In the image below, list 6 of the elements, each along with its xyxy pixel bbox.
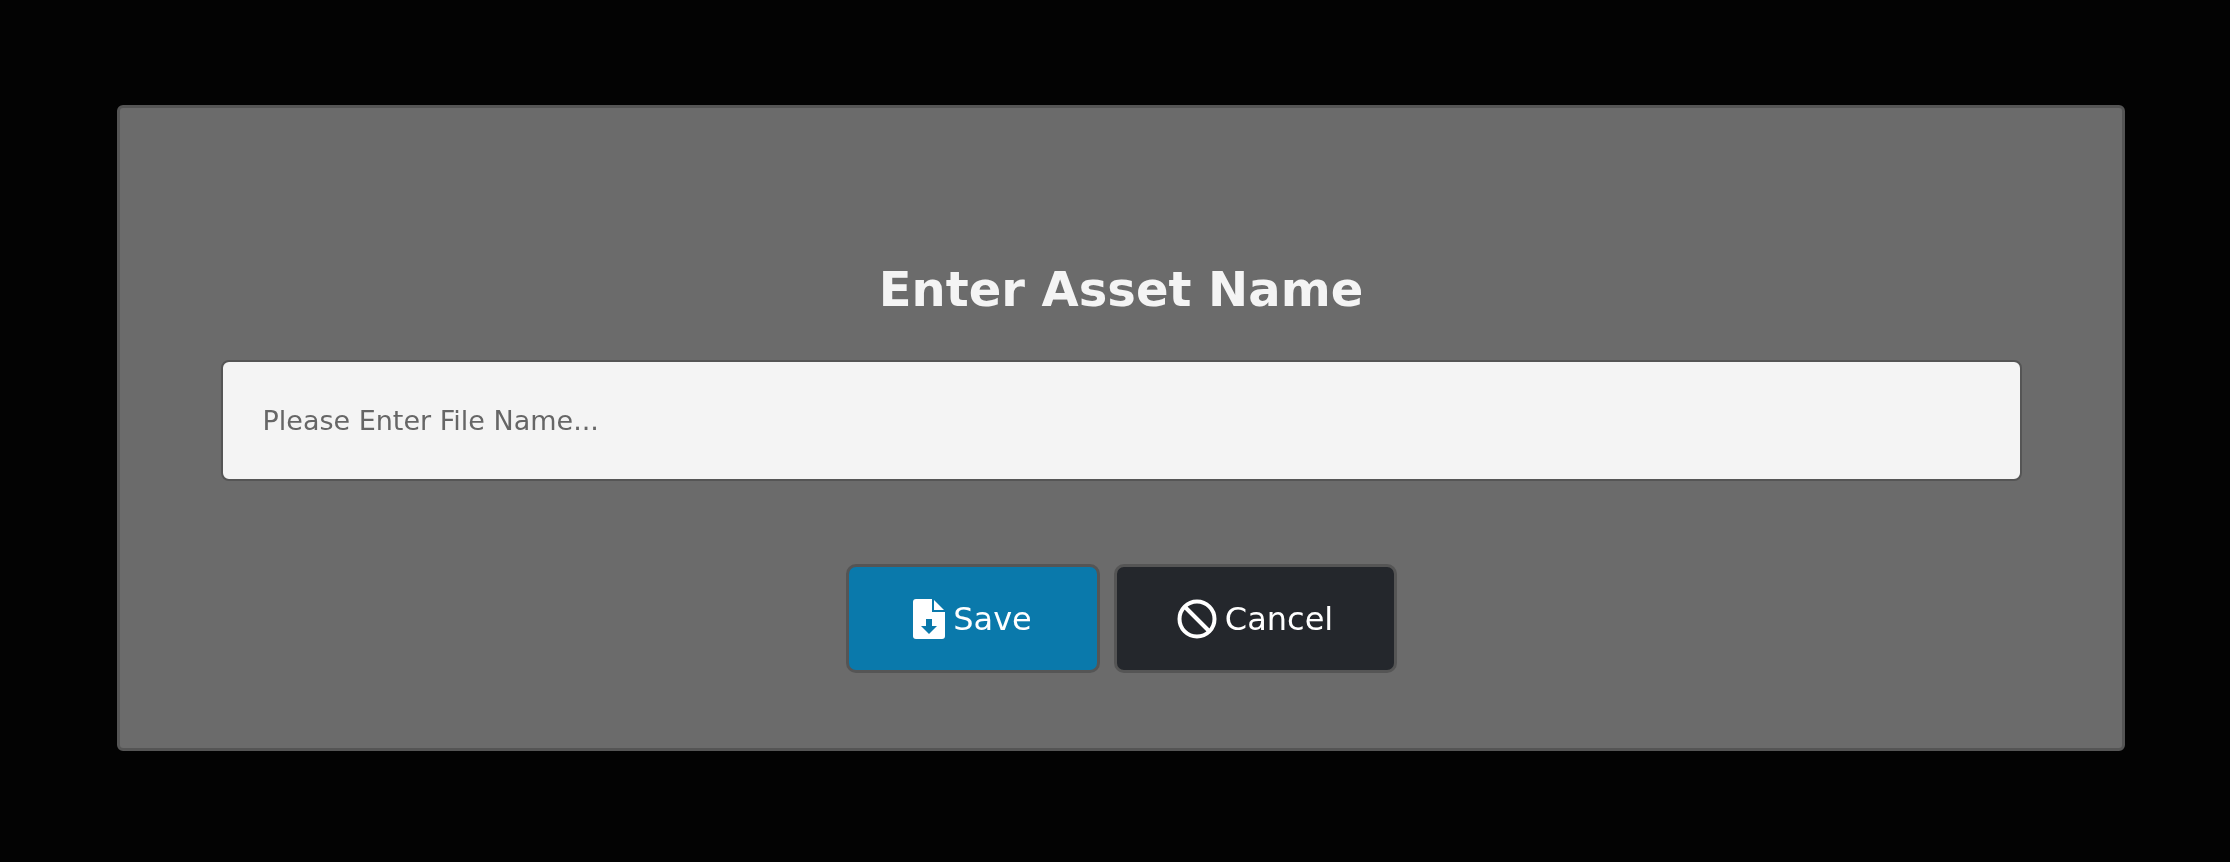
dialog-title: Enter Asset Name [878,260,1364,319]
prohibited-icon [1176,598,1217,639]
save-button[interactable]: Save [845,564,1100,673]
cancel-button[interactable]: Cancel [1113,564,1397,673]
file-download-icon [913,598,946,639]
file-name-field[interactable]: Please Enter File Name... [220,360,2022,481]
